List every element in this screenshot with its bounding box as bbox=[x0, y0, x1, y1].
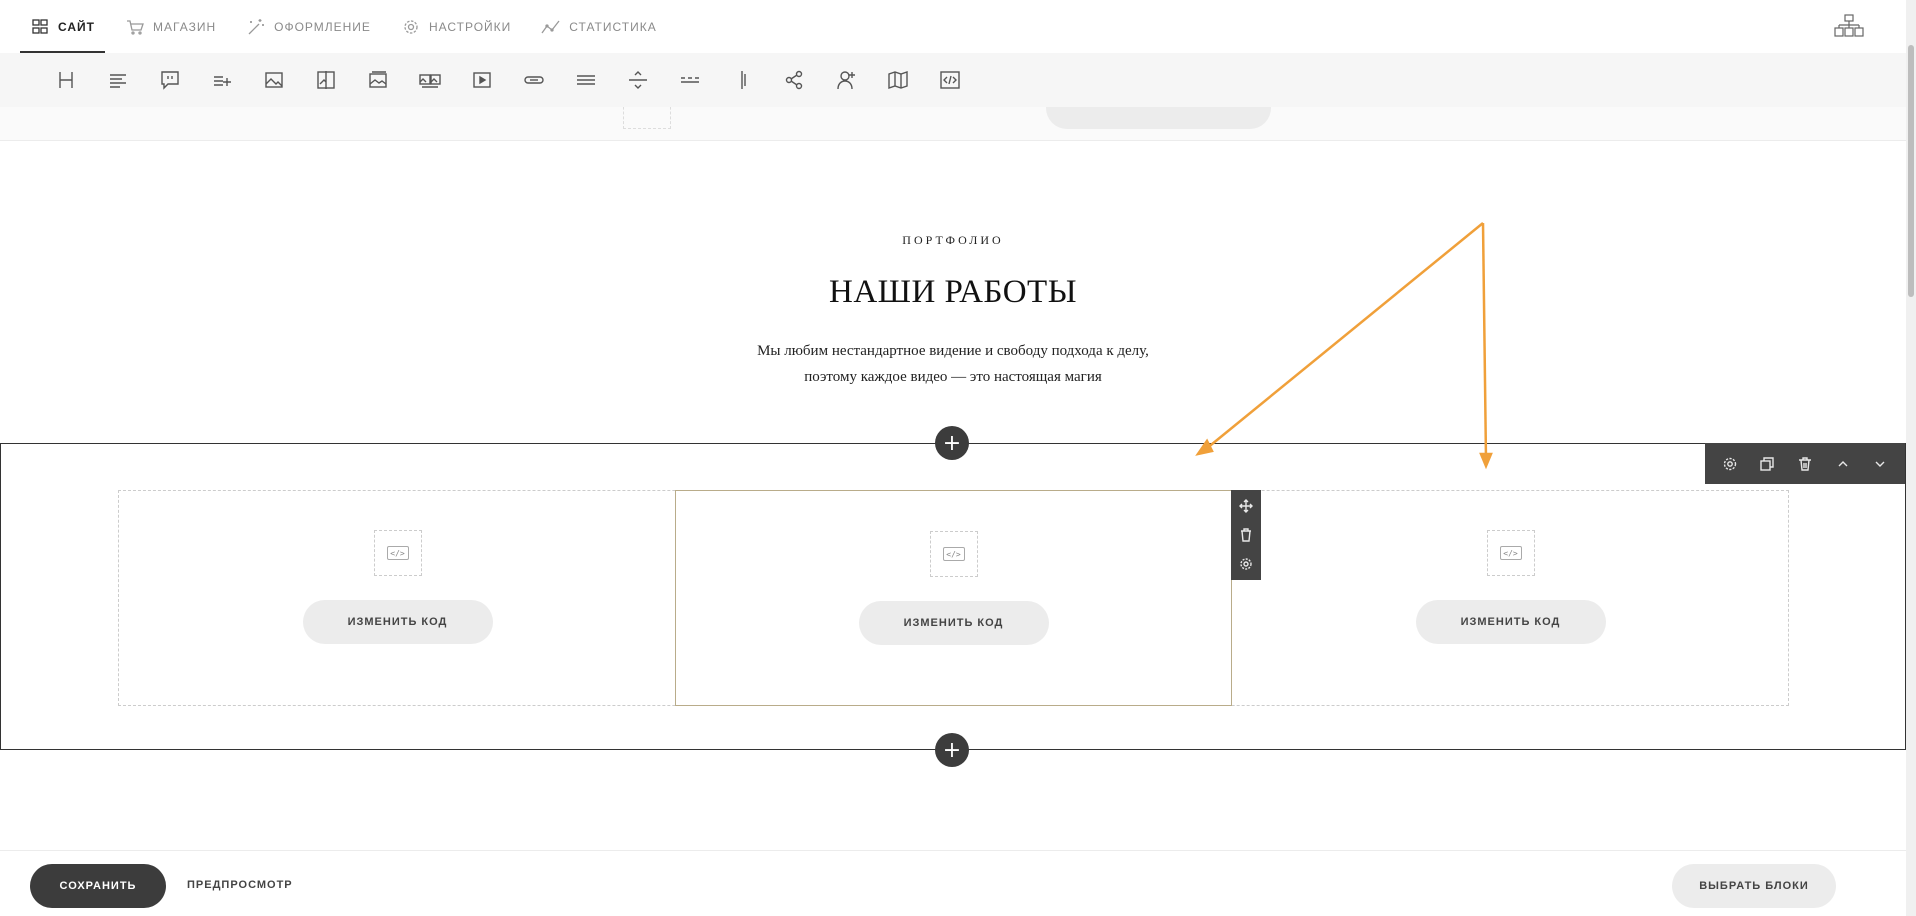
video-icon[interactable] bbox=[456, 62, 508, 98]
gear-icon[interactable] bbox=[1234, 552, 1258, 576]
lines-icon[interactable] bbox=[560, 62, 612, 98]
section-description: Мы любим нестандартное видение и свободу… bbox=[0, 338, 1906, 390]
add-block-above-button[interactable]: + bbox=[935, 426, 969, 460]
nav-item-label: ОФОРМЛЕНИЕ bbox=[274, 19, 371, 34]
scrollbar-thumb[interactable] bbox=[1908, 45, 1914, 297]
selected-block[interactable]: </> ИЗМЕНИТЬ КОД </> ИЗМЕНИТЬ КОД </> ИЗ… bbox=[0, 443, 1906, 750]
gallery-multi-icon[interactable] bbox=[404, 62, 456, 98]
block-toolbar-controls bbox=[1705, 443, 1905, 484]
code-placeholder bbox=[623, 107, 671, 129]
vertical-divider-icon[interactable] bbox=[716, 62, 768, 98]
share-icon[interactable] bbox=[768, 62, 820, 98]
code-placeholder: </> bbox=[929, 531, 978, 577]
divider-icon[interactable] bbox=[612, 62, 664, 98]
code-column[interactable]: </> ИЗМЕНИТЬ КОД bbox=[1232, 490, 1789, 706]
edit-code-button[interactable]: ИЗМЕНИТЬ КОД bbox=[858, 601, 1049, 645]
chevron-down-icon[interactable] bbox=[1865, 449, 1895, 479]
code-icon: </> bbox=[1499, 546, 1522, 560]
code-placeholder: </> bbox=[1486, 530, 1535, 576]
sitemap-icon[interactable] bbox=[1834, 14, 1864, 38]
gear-icon[interactable] bbox=[1715, 449, 1745, 479]
gallery-icon[interactable] bbox=[352, 62, 404, 98]
code-column-active[interactable]: </> ИЗМЕНИТЬ КОД bbox=[675, 490, 1232, 706]
quote-icon[interactable] bbox=[144, 62, 196, 98]
chevron-up-icon[interactable] bbox=[1828, 449, 1858, 479]
magic-wand-icon bbox=[246, 17, 266, 37]
nav-item-site[interactable]: САЙТ bbox=[20, 0, 105, 53]
previous-section-button[interactable] bbox=[1046, 107, 1271, 129]
columns-container: </> ИЗМЕНИТЬ КОД </> ИЗМЕНИТЬ КОД </> ИЗ… bbox=[118, 490, 1789, 706]
nav-item-statistics[interactable]: СТАТИСТИКА bbox=[531, 0, 666, 53]
bottom-bar: СОХРАНИТЬ ПРЕДПРОСМОТР ВЫБРАТЬ БЛОКИ bbox=[0, 850, 1906, 916]
preview-link[interactable]: ПРЕДПРОСМОТР bbox=[187, 879, 293, 891]
trash-icon[interactable] bbox=[1790, 449, 1820, 479]
button-icon[interactable] bbox=[508, 62, 560, 98]
image-compare-icon[interactable] bbox=[300, 62, 352, 98]
save-button[interactable]: СОХРАНИТЬ bbox=[30, 864, 166, 908]
trash-icon[interactable] bbox=[1234, 523, 1258, 547]
nav-item-label: НАСТРОЙКИ bbox=[428, 19, 512, 34]
section-eyebrow: ПОРТФОЛИО bbox=[902, 233, 1004, 247]
code-icon[interactable] bbox=[924, 62, 976, 98]
gear-icon bbox=[401, 17, 421, 37]
nav-item-shop[interactable]: МАГАЗИН bbox=[115, 0, 226, 53]
map-icon[interactable] bbox=[872, 62, 924, 98]
copy-icon[interactable] bbox=[1752, 449, 1782, 479]
line-chart-icon bbox=[541, 17, 561, 37]
choose-blocks-button[interactable]: ВЫБРАТЬ БЛОКИ bbox=[1672, 864, 1836, 908]
add-person-icon[interactable] bbox=[820, 62, 872, 98]
block-toolbar bbox=[0, 53, 1906, 107]
nav-item-label: МАГАЗИН bbox=[153, 19, 217, 34]
dashed-divider-icon[interactable] bbox=[664, 62, 716, 98]
cart-icon bbox=[125, 17, 145, 37]
code-column[interactable]: </> ИЗМЕНИТЬ КОД bbox=[119, 490, 676, 706]
description-line: поэтому каждое видео — это настоящая маг… bbox=[804, 369, 1102, 385]
add-block-below-button[interactable]: + bbox=[935, 733, 969, 767]
nav-item-label: СТАТИСТИКА bbox=[569, 19, 657, 34]
code-placeholder: </> bbox=[373, 530, 422, 576]
nav-item-design[interactable]: ОФОРМЛЕНИЕ bbox=[236, 0, 381, 53]
nav-item-label: САЙТ bbox=[58, 19, 95, 34]
code-icon: </> bbox=[386, 546, 409, 560]
nav-item-settings[interactable]: НАСТРОЙКИ bbox=[391, 0, 521, 53]
image-icon[interactable] bbox=[248, 62, 300, 98]
portfolio-section: ПОРТФОЛИО НАШИ РАБОТЫ Мы любим нестандар… bbox=[0, 141, 1906, 443]
edit-code-button[interactable]: ИЗМЕНИТЬ КОД bbox=[1415, 600, 1606, 644]
description-line: Мы любим нестандартное видение и свободу… bbox=[757, 343, 1149, 359]
move-icon[interactable] bbox=[1234, 494, 1258, 518]
section-title: НАШИ РАБОТЫ bbox=[829, 274, 1077, 310]
column-controls bbox=[1231, 490, 1261, 580]
list-add-icon[interactable] bbox=[196, 62, 248, 98]
edit-code-button[interactable]: ИЗМЕНИТЬ КОД bbox=[302, 600, 493, 644]
previous-section bbox=[0, 107, 1906, 141]
grid-icon bbox=[30, 17, 50, 37]
heading-icon[interactable] bbox=[40, 62, 92, 98]
code-icon: </> bbox=[942, 547, 965, 561]
text-align-icon[interactable] bbox=[92, 62, 144, 98]
top-nav: САЙТ МАГАЗИН ОФОРМЛЕНИЕ НАСТРОЙКИ СТАТИС… bbox=[0, 0, 1906, 53]
vertical-scrollbar[interactable] bbox=[1906, 0, 1916, 916]
